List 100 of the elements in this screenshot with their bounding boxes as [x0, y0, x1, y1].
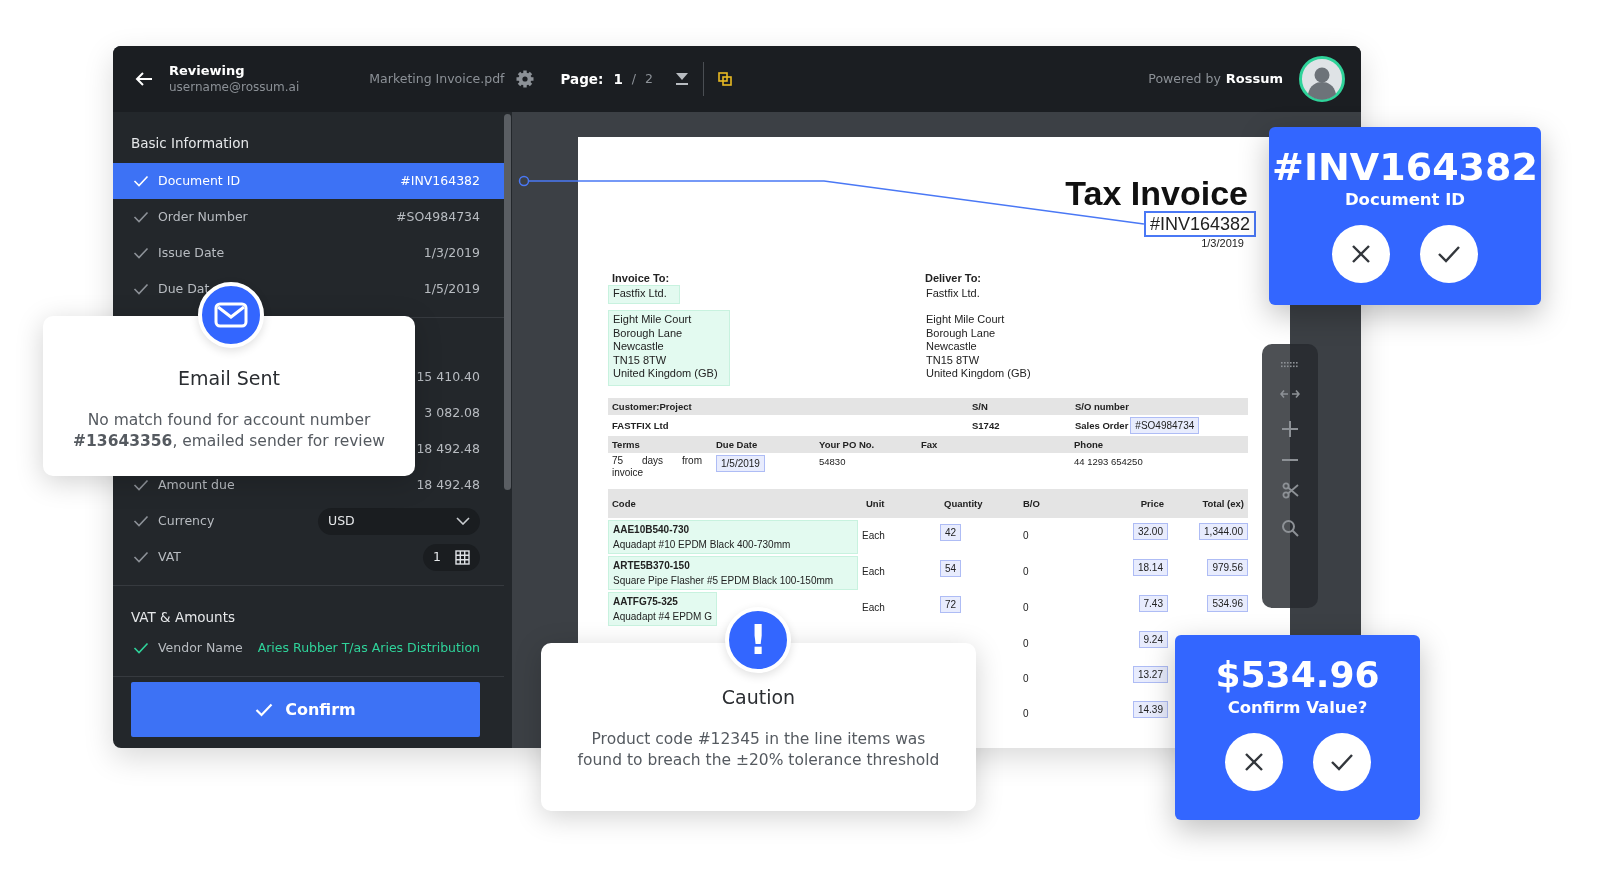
column-header: Unit: [865, 496, 886, 510]
field-value[interactable]: 979.56: [1207, 558, 1248, 576]
table-cell: Each: [862, 601, 885, 613]
column-header: Customer:Project: [612, 399, 693, 413]
party-name: Fastfix Ltd.: [925, 286, 981, 301]
field-row[interactable]: Issue Date 1/3/2019: [113, 235, 504, 271]
party-heading: Deliver To:: [924, 272, 983, 285]
copy-icon[interactable]: [718, 72, 732, 86]
accept-button[interactable]: [1420, 225, 1478, 283]
field-value[interactable]: 7.43: [1138, 594, 1168, 612]
grid-icon: [455, 549, 470, 565]
column-header: Quantity: [943, 496, 984, 510]
field-row[interactable]: Due Dat 1/5/2019: [113, 271, 504, 307]
column-header: Total (ex): [1201, 496, 1244, 510]
field-value[interactable]: 72: [940, 595, 962, 613]
field-label: Currency: [158, 511, 215, 530]
card-value: #INV164382: [1271, 145, 1539, 189]
field-label: Order Number: [158, 207, 248, 226]
invoice-id[interactable]: #INV164382: [1143, 211, 1256, 237]
resize-arrows-icon[interactable]: [1280, 388, 1300, 400]
field-value[interactable]: #SO4984734: [1130, 416, 1200, 434]
field-value[interactable]: 9.24: [1138, 630, 1168, 648]
field-row[interactable]: Order Number #SO4984734: [113, 199, 504, 235]
table-cell: 0: [1023, 565, 1029, 577]
popup-title: Caution: [720, 685, 797, 709]
card-value: $534.96: [1214, 653, 1381, 697]
field-value[interactable]: 534.96: [1207, 594, 1248, 612]
column-header: Phone: [1074, 437, 1105, 451]
page-separator: /: [631, 69, 637, 88]
confirm-button[interactable]: Confirm: [131, 682, 480, 737]
line-item-code[interactable]: AAE10B540-730 Aquadapt #10 EPDM Black 400-730mm: [608, 519, 858, 554]
close-icon: [1351, 244, 1371, 264]
column-header: Due Date: [716, 437, 759, 451]
column-header: Terms: [612, 437, 641, 451]
line-item-code[interactable]: ARTE5B370-150 Square Pipe Flasher #5 EPDM Black 100-150mm: [608, 555, 858, 590]
chevron-down-icon: [456, 517, 470, 525]
close-icon: [1243, 752, 1264, 772]
table-cell: 0: [1023, 707, 1029, 719]
table-cell: 0: [1023, 529, 1029, 541]
field-label: Vendor Name: [158, 638, 243, 657]
check-icon: [1329, 753, 1354, 771]
field-label: VAT: [158, 547, 181, 566]
field-value: Aries Rubber T/as Aries Distribution: [257, 638, 480, 657]
field-label: Due Dat: [158, 279, 210, 298]
section-title: Basic Information: [130, 134, 251, 153]
page-number: 1: [613, 69, 623, 89]
column-header: Fax: [921, 437, 939, 451]
field-value[interactable]: 1,344.00: [1199, 522, 1248, 540]
table-cell: Each: [862, 529, 885, 541]
field-value[interactable]: 13.27: [1132, 665, 1168, 683]
column-header: Price: [1139, 496, 1164, 510]
file-name: Marketing Invoice.pdf: [369, 69, 505, 88]
table-cell: Sales Order: [1075, 419, 1129, 431]
party-address: Eight Mile Court Borough Lane Newcastle TN15 8TW United Kingdom (GB): [925, 312, 1032, 381]
scrollbar[interactable]: [504, 114, 511, 490]
field-value[interactable]: 54: [940, 559, 962, 577]
field-label: Issue Date: [158, 243, 225, 262]
field-value[interactable]: 14.39: [1132, 700, 1168, 718]
currency-dropdown[interactable]: USD: [318, 507, 480, 535]
field-value: 18 492.48: [416, 475, 480, 494]
reject-button[interactable]: [1224, 733, 1283, 791]
table-cell: 0: [1023, 601, 1029, 613]
download-icon[interactable]: [675, 72, 689, 86]
scissors-icon[interactable]: [1281, 482, 1299, 499]
field-row[interactable]: Document ID #INV164382: [113, 163, 504, 199]
drag-handle-icon[interactable]: [1281, 362, 1299, 368]
field-value[interactable]: 18.14: [1132, 558, 1168, 576]
party-name: Fastfix Ltd.: [608, 285, 680, 304]
page-title: Reviewing: [169, 63, 246, 79]
column-header: S/O number: [1075, 399, 1130, 413]
page-label: Page:: [560, 69, 604, 89]
field-row[interactable]: Amount due 18 492.48: [113, 467, 504, 503]
field-value[interactable]: 42: [940, 523, 962, 541]
field-row[interactable]: Vendor Name Aries Rubber T/as Aries Distribution: [113, 630, 504, 666]
line-item-code[interactable]: AATFG75-325 Aquadapt #4 EPDM G: [608, 591, 717, 626]
field-value[interactable]: 1/5/2019: [716, 454, 765, 472]
search-icon[interactable]: [1281, 519, 1299, 537]
settings-icon[interactable]: [514, 69, 535, 89]
section-title: VAT & Amounts: [130, 608, 236, 627]
table-cell: Each: [862, 565, 885, 577]
card-label: Document ID: [1343, 189, 1467, 211]
field-value[interactable]: 32.00: [1132, 522, 1168, 540]
reject-button[interactable]: [1332, 225, 1390, 283]
popup-title: Email Sent: [177, 366, 281, 390]
back-arrow-icon[interactable]: [135, 71, 153, 87]
table-cell-text: S1742: [972, 418, 1001, 432]
vat-control[interactable]: 1: [423, 543, 480, 571]
table-cell: 0: [1023, 637, 1029, 649]
table-cell: 75 days from invoice: [612, 454, 702, 479]
field-value: 1/3/2019: [423, 243, 480, 262]
zoom-out-icon[interactable]: [1281, 458, 1299, 462]
field-row[interactable]: Currency USD: [113, 503, 504, 539]
invoice-date: 1/3/2019: [1200, 237, 1244, 250]
zoom-in-icon[interactable]: [1281, 420, 1299, 438]
accept-button[interactable]: [1312, 733, 1371, 791]
field-value: 1/5/2019: [423, 279, 480, 298]
field-row[interactable]: VAT 1: [113, 539, 504, 575]
table-cell: 0: [1023, 672, 1029, 684]
column-header: Code: [612, 496, 637, 510]
avatar-icon[interactable]: [1299, 56, 1345, 102]
